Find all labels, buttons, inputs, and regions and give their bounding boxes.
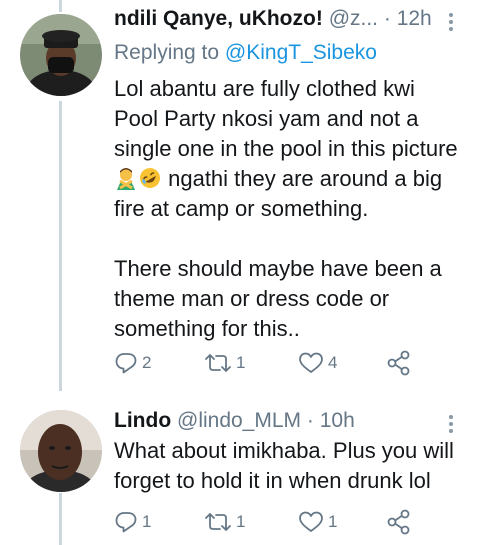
share-button[interactable] [387, 507, 411, 537]
replying-to: Replying to @KingT_Sibeko [114, 40, 377, 66]
replying-to-handle[interactable]: @KingT_Sibeko [225, 41, 377, 64]
tweet-header: Lindo @lindo_MLM · 10h [114, 408, 458, 434]
tweet-text: Lol abantu are fully clothed kwi Pool Pa… [114, 74, 464, 344]
reply-count: 2 [142, 353, 152, 372]
retweet-button[interactable]: 1 [204, 348, 245, 378]
tweet-text: What about imikhaba. Plus you will forge… [114, 438, 454, 493]
tweet[interactable]: ndili Qanye, uKhozo! @z... · 12h Replyin… [0, 0, 480, 390]
separator: · [383, 7, 391, 30]
retweet-icon [205, 513, 231, 531]
avatar[interactable] [20, 410, 102, 492]
reply-button[interactable]: 2 [114, 348, 151, 378]
display-name[interactable]: Lindo [114, 409, 171, 432]
reply-icon [115, 353, 137, 374]
man-gesturing-no-emoji [117, 168, 135, 190]
reply-icon [115, 512, 137, 533]
rolling-on-floor-laughing-emoji [140, 168, 160, 188]
tweet-text-part2: ngathi they are around a big fire at cam… [114, 166, 443, 221]
tweet[interactable]: Lindo @lindo_MLM · 10h What about imikha… [0, 390, 480, 545]
action-bar: 1 1 1 [114, 507, 434, 537]
display-name[interactable]: ndili Qanye, uKhozo! [114, 7, 323, 30]
separator: · [306, 409, 314, 432]
share-icon [387, 509, 410, 535]
share-button[interactable] [387, 348, 411, 378]
like-icon [299, 352, 323, 373]
more-icon[interactable] [449, 412, 453, 436]
tweet-header: ndili Qanye, uKhozo! @z... · 12h [114, 6, 458, 32]
retweet-count: 1 [236, 353, 246, 372]
user-handle[interactable]: @z... [329, 7, 378, 30]
reply-button[interactable]: 1 [114, 507, 151, 537]
action-bar: 2 1 4 [114, 348, 434, 378]
replying-to-label: Replying to [114, 41, 220, 64]
like-button[interactable]: 1 [298, 507, 337, 537]
like-count: 4 [328, 353, 338, 372]
reply-count: 1 [142, 512, 152, 531]
avatar[interactable] [20, 14, 102, 96]
share-icon [387, 350, 410, 376]
like-icon [299, 511, 323, 532]
user-handle[interactable]: @lindo_MLM [177, 409, 301, 432]
retweet-button[interactable]: 1 [204, 507, 245, 537]
timestamp[interactable]: 12h [397, 7, 432, 30]
like-count: 1 [328, 512, 338, 531]
like-button[interactable]: 4 [298, 348, 337, 378]
tweet-text-part1: Lol abantu are fully clothed kwi Pool Pa… [114, 76, 458, 161]
retweet-icon [205, 354, 231, 372]
more-icon[interactable] [449, 10, 453, 34]
timestamp[interactable]: 10h [320, 409, 355, 432]
retweet-count: 1 [236, 512, 246, 531]
tweet-text-part3: There should maybe have been a theme man… [114, 256, 442, 341]
